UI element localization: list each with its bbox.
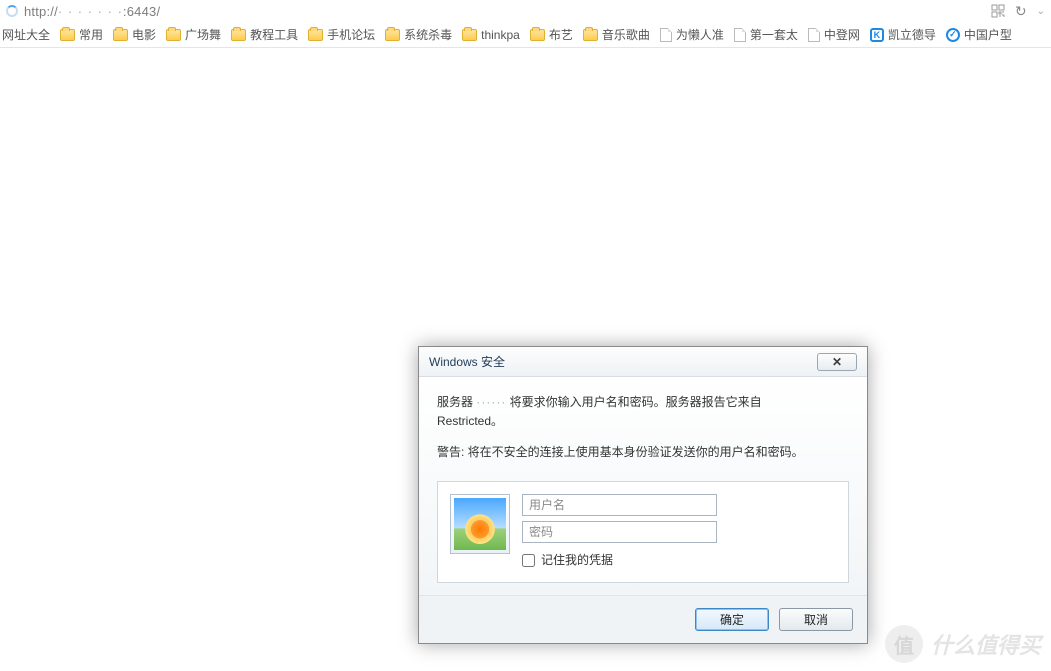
- bookmark-label: 第一套太: [750, 26, 798, 43]
- bookmark-label: 教程工具: [250, 26, 298, 43]
- close-button[interactable]: ✕: [817, 353, 857, 371]
- bookmark-item[interactable]: 布艺: [530, 26, 573, 43]
- url-prefix: http://: [24, 4, 58, 19]
- bookmark-label: 广场舞: [185, 26, 221, 43]
- bookmark-item[interactable]: 中登网: [808, 26, 860, 43]
- watermark: 值 什么值得买: [885, 625, 1041, 663]
- folder-icon: [60, 29, 75, 41]
- bookmark-label: 中国户型: [964, 26, 1012, 43]
- bookmark-label: 音乐歌曲: [602, 26, 650, 43]
- remember-checkbox-label[interactable]: 记住我的凭据: [522, 551, 836, 570]
- msg-line2: Restricted。: [437, 414, 503, 428]
- bookmark-item[interactable]: 音乐歌曲: [583, 26, 650, 43]
- dialog-button-row: 确定 取消: [419, 595, 867, 643]
- folder-icon: [166, 29, 181, 41]
- bookmark-label: 电影: [132, 26, 156, 43]
- dialog-body: 服务器 ······ 将要求你输入用户名和密码。服务器报告它来自 Restric…: [419, 377, 867, 595]
- bookmark-item[interactable]: 第一套太: [734, 26, 798, 43]
- address-bar: http://· · · · · · ·:6443/ ↻ ⌄: [0, 0, 1051, 22]
- dropdown-chevron-icon[interactable]: ⌄: [1037, 6, 1045, 17]
- bookmark-item[interactable]: 广场舞: [166, 26, 221, 43]
- username-input[interactable]: [522, 494, 717, 516]
- dialog-message: 服务器 ······ 将要求你输入用户名和密码。服务器报告它来自 Restric…: [437, 393, 849, 431]
- folder-icon: [530, 29, 545, 41]
- auth-dialog: Windows 安全 ✕ 服务器 ······ 将要求你输入用户名和密码。服务器…: [418, 346, 868, 644]
- bookmark-item[interactable]: 常用: [60, 26, 103, 43]
- url-display[interactable]: http://· · · · · · ·:6443/: [24, 4, 160, 19]
- bookmark-label: 为懒人准: [676, 26, 724, 43]
- page-icon: [660, 28, 672, 42]
- remember-checkbox[interactable]: [522, 554, 535, 567]
- user-avatar-icon: [450, 494, 510, 554]
- url-suffix: :6443/: [123, 4, 160, 19]
- cancel-button[interactable]: 取消: [779, 608, 853, 631]
- loading-spinner-icon: [6, 5, 18, 17]
- msg-hidden: ······: [476, 395, 506, 409]
- password-input[interactable]: [522, 521, 717, 543]
- credentials-panel: 记住我的凭据: [437, 481, 849, 583]
- watermark-text: 什么值得买: [931, 628, 1041, 660]
- msg-pre: 服务器: [437, 395, 476, 409]
- bookmark-item[interactable]: K 凯立德导: [870, 26, 936, 43]
- dialog-warning: 警告: 将在不安全的连接上使用基本身份验证发送你的用户名和密码。: [437, 443, 849, 462]
- refresh-icon[interactable]: ↻: [1015, 3, 1027, 20]
- bookmark-item[interactable]: 电影: [113, 26, 156, 43]
- bookmark-label: 中登网: [824, 26, 860, 43]
- bookmark-item[interactable]: thinkpa: [462, 28, 520, 42]
- msg-post: 将要求你输入用户名和密码。服务器报告它来自: [506, 395, 761, 409]
- bookmark-label: 常用: [79, 26, 103, 43]
- page-icon: [808, 28, 820, 42]
- bookmark-label: 网址大全: [2, 26, 50, 43]
- folder-icon: [462, 29, 477, 41]
- site-icon: ✓: [946, 28, 960, 42]
- folder-icon: [231, 29, 246, 41]
- bookmark-label: thinkpa: [481, 28, 520, 42]
- folder-icon: [308, 29, 323, 41]
- bookmarks-bar: 网址大全 常用 电影 广场舞 教程工具 手机论坛 系统杀毒 thinkpa 布艺 音乐歌曲 为懒人准…: [0, 22, 1051, 48]
- bookmark-label: 系统杀毒: [404, 26, 452, 43]
- bookmark-item[interactable]: 手机论坛: [308, 26, 375, 43]
- dialog-titlebar: Windows 安全 ✕: [419, 347, 867, 377]
- bookmark-item[interactable]: 教程工具: [231, 26, 298, 43]
- folder-icon: [385, 29, 400, 41]
- dialog-title: Windows 安全: [429, 353, 817, 370]
- url-hidden: · · · · · · ·: [58, 4, 123, 19]
- bookmark-item[interactable]: 为懒人准: [660, 26, 724, 43]
- watermark-badge: 值: [885, 625, 923, 663]
- page-icon: [734, 28, 746, 42]
- ok-button[interactable]: 确定: [695, 608, 769, 631]
- folder-icon: [113, 29, 128, 41]
- folder-icon: [583, 29, 598, 41]
- bookmark-label: 布艺: [549, 26, 573, 43]
- bookmark-item[interactable]: 网址大全: [2, 26, 50, 43]
- bookmark-label: 手机论坛: [327, 26, 375, 43]
- remember-text: 记住我的凭据: [541, 551, 613, 570]
- bookmark-item[interactable]: ✓ 中国户型: [946, 26, 1012, 43]
- bookmark-item[interactable]: 系统杀毒: [385, 26, 452, 43]
- site-icon: K: [870, 28, 884, 42]
- qr-icon[interactable]: [991, 4, 1005, 18]
- bookmark-label: 凯立德导: [888, 26, 936, 43]
